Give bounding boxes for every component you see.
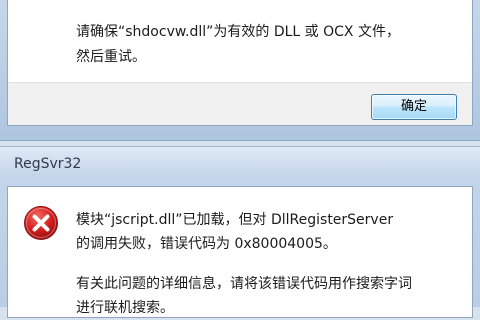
message-line: 模块“jscript.dll”已加载，但对 DllRegisterServer [76, 212, 394, 228]
error-dialog-shdocvw: 请确保“shdocvw.dll”为有效的 DLL 或 OCX 文件， 然后重试。… [0, 0, 480, 141]
ok-button[interactable]: 确定 [371, 94, 457, 120]
message-line: 有关此问题的详细信息，请将该错误代码用作搜索字词 [76, 276, 412, 292]
message-line: 然后重试。 [76, 49, 146, 65]
error-icon [24, 206, 58, 240]
dialog-message: 请确保“shdocvw.dll”为有效的 DLL 或 OCX 文件， 然后重试。 [76, 20, 456, 70]
dialog-content: 模块“jscript.dll”已加载，但对 DllRegisterServer … [7, 186, 473, 318]
message-line: 请确保“shdocvw.dll”为有效的 DLL 或 OCX 文件， [76, 24, 400, 40]
message-line: 的调用失败，错误代码为 0x80004005。 [76, 236, 337, 252]
dialog-title: RegSvr32 [14, 156, 82, 172]
dialog-content: 请确保“shdocvw.dll”为有效的 DLL 或 OCX 文件， 然后重试。… [7, 0, 473, 126]
button-bar: 确定 [8, 82, 472, 125]
dialog-message: 模块“jscript.dll”已加载，但对 DllRegisterServer … [76, 208, 466, 320]
regsvr32-dialog: RegSvr32 模块“jscript.dll”已加载，但对 DllRegist… [0, 146, 480, 318]
